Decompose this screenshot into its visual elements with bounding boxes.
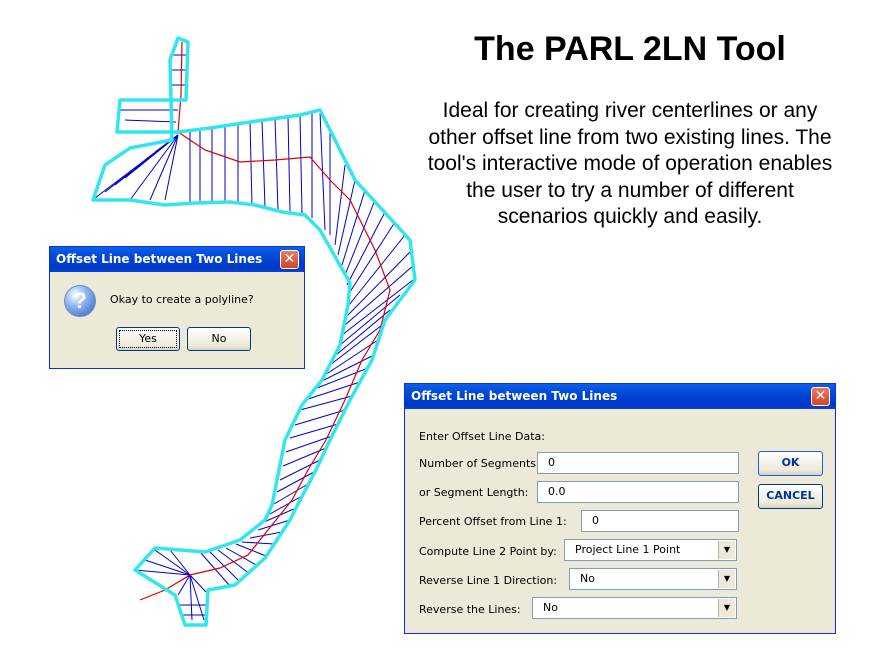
offset-dialog: Offset Line between Two Lines ✕ Enter Of…: [404, 383, 836, 634]
offset-line: [348, 234, 406, 306]
offset-line: [209, 551, 241, 583]
compute-line2-value: Project Line 1 Point: [575, 543, 681, 556]
no-button[interactable]: No: [187, 327, 251, 351]
chevron-down-icon[interactable]: ▼: [718, 570, 735, 588]
offset-line: [329, 324, 383, 366]
offset-line: [287, 116, 291, 212]
reverse-line1-select[interactable]: No ▼: [569, 568, 737, 590]
confirm-dialog-titlebar[interactable]: Offset Line between Two Lines ✕: [50, 247, 304, 272]
offset-line: [124, 119, 177, 123]
chevron-down-icon[interactable]: ▼: [718, 599, 735, 617]
confirm-message: Okay to create a polyline?: [110, 293, 254, 306]
yes-button[interactable]: Yes: [116, 327, 180, 351]
offset-dialog-titlebar[interactable]: Offset Line between Two Lines ✕: [405, 384, 835, 409]
offset-line: [344, 199, 376, 276]
segments-label: Number of Segments:: [419, 457, 540, 470]
offset-line: [235, 543, 267, 557]
percent-offset-input[interactable]: 0: [581, 510, 739, 532]
confirm-dialog-title: Offset Line between Two Lines: [56, 252, 263, 266]
question-icon: ?: [64, 285, 96, 317]
offset-line: [334, 164, 346, 246]
confirm-dialog: Offset Line between Two Lines ✕ ? Okay t…: [49, 246, 305, 369]
percent-offset-label: Percent Offset from Line 1:: [419, 515, 567, 528]
offset-line: [274, 117, 279, 211]
offset-line: [261, 119, 266, 208]
reverse-lines-value: No: [543, 601, 558, 614]
chevron-down-icon[interactable]: ▼: [718, 541, 735, 559]
reverse-lines-select[interactable]: No ▼: [532, 597, 737, 619]
offset-line: [249, 121, 253, 206]
segment-length-label: or Segment Length:: [419, 486, 529, 499]
compute-line2-select[interactable]: Project Line 1 Point ▼: [564, 539, 737, 561]
slide-description: Ideal for creating river centerlines or …: [427, 99, 833, 228]
ok-button[interactable]: OK: [758, 451, 823, 476]
offset-line: [299, 114, 303, 214]
close-icon[interactable]: ✕: [811, 387, 830, 406]
reverse-line1-value: No: [580, 572, 595, 585]
segments-input[interactable]: 0: [537, 452, 739, 474]
offset-line: [164, 134, 179, 201]
section-label: Enter Offset Line Data:: [419, 430, 545, 443]
compute-line2-label: Compute Line 2 Point by:: [419, 545, 557, 558]
close-icon[interactable]: ✕: [280, 250, 299, 269]
offset-dialog-title: Offset Line between Two Lines: [411, 389, 618, 403]
slide-title: The PARL 2LN Tool: [474, 30, 786, 68]
reverse-line1-label: Reverse Line 1 Direction:: [419, 574, 558, 587]
reverse-lines-label: Reverse the Lines:: [419, 603, 521, 616]
cancel-button[interactable]: CANCEL: [758, 484, 823, 509]
segment-length-input[interactable]: 0.0: [537, 481, 739, 503]
